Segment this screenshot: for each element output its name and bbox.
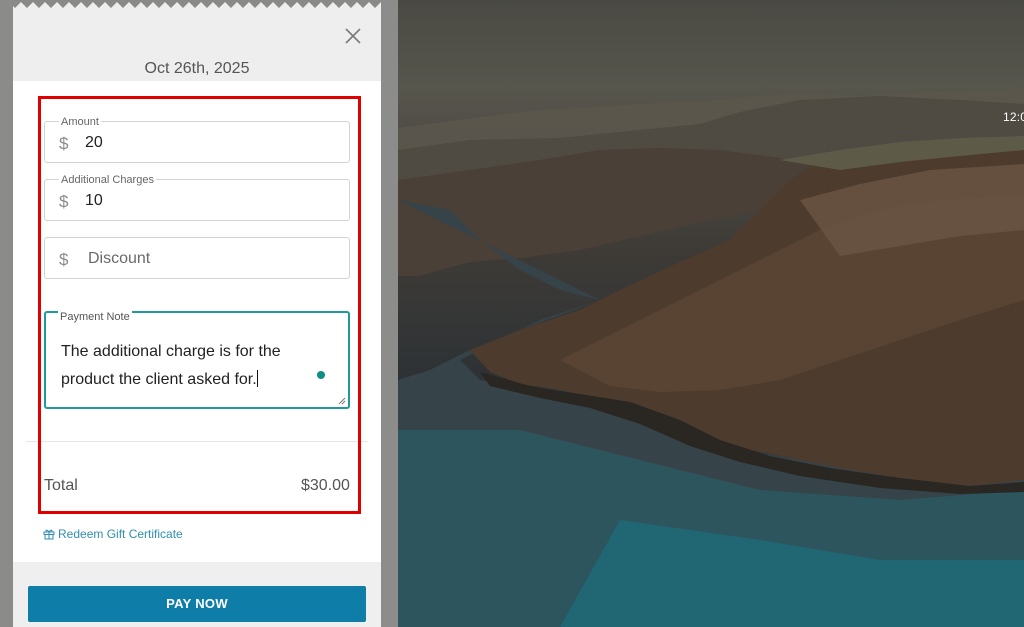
pay-now-button[interactable]: PAY NOW (28, 586, 366, 622)
gift-icon (43, 529, 55, 540)
background-clock: 12:0 (1003, 110, 1024, 124)
appointment-date: Oct 26th, 2025 (144, 60, 250, 77)
close-icon[interactable] (342, 25, 364, 47)
redeem-gift-certificate-label: Redeem Gift Certificate (58, 527, 183, 541)
payment-panel: Oct 26th, 2025 Amount $ 20 Additional Ch… (13, 0, 381, 627)
highlight-outline (38, 96, 361, 514)
overlay-left-strip (0, 0, 13, 627)
redeem-gift-certificate-link[interactable]: Redeem Gift Certificate (43, 527, 183, 541)
screen: 12:0 Oct 26th, 2025 Amount $ 20 Addition… (0, 0, 1024, 627)
overlay-right-strip (381, 0, 398, 627)
receipt-zigzag-edge (13, 0, 381, 8)
panel-header: Oct 26th, 2025 (13, 0, 381, 81)
panel-footer: PAY NOW (13, 562, 381, 627)
